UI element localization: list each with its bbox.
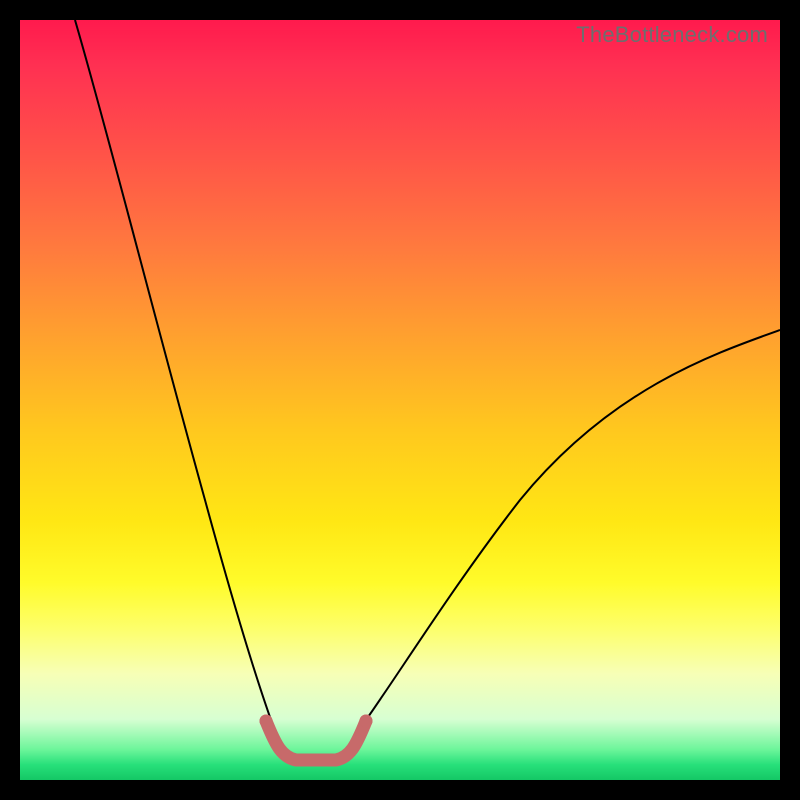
chart-plot-area: TheBottleneck.com xyxy=(20,20,780,780)
chart-svg xyxy=(20,20,780,780)
trough-highlight xyxy=(266,721,366,760)
trough-dot-right xyxy=(360,715,373,728)
chart-frame: TheBottleneck.com xyxy=(0,0,800,800)
trough-dot-left xyxy=(260,715,273,728)
bottleneck-curve-right xyxy=(356,330,780,734)
bottleneck-curve-left xyxy=(75,20,276,734)
